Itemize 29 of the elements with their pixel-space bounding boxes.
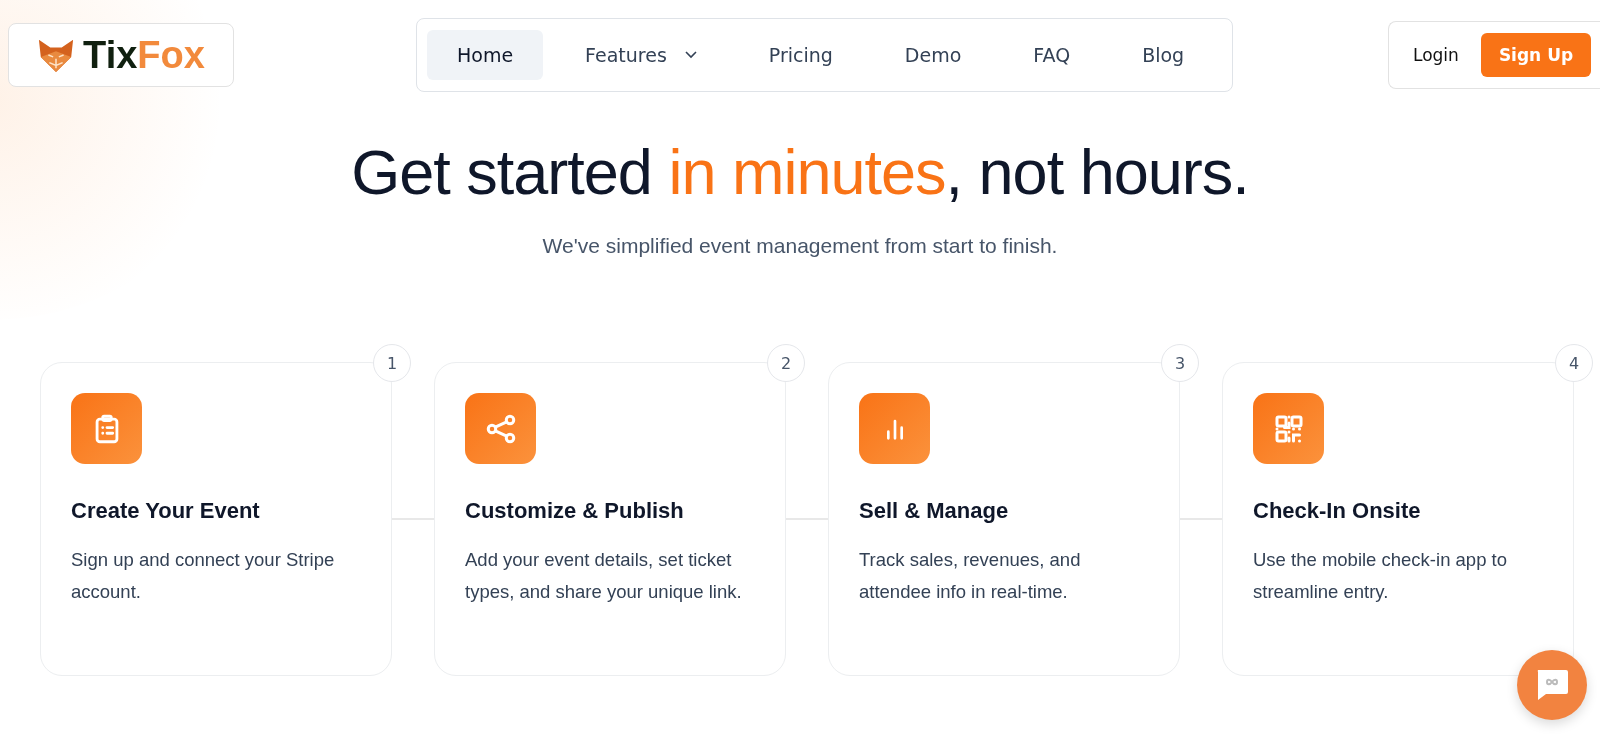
- hero-title: Get started in minutes, not hours.: [350, 136, 1250, 208]
- nav-link[interactable]: Demo: [874, 30, 992, 80]
- chevron-down-icon: [684, 51, 697, 59]
- step-number: 2: [767, 344, 805, 382]
- step-number: 1: [373, 344, 411, 382]
- step-number: 4: [1555, 344, 1593, 382]
- step-title: Check-In Onsite: [1253, 498, 1422, 524]
- step-title: Sell & Manage: [859, 498, 1010, 524]
- step-description: Use the mobile check-in app to streamline entry.: [1253, 548, 1508, 604]
- step-icon: [859, 393, 930, 464]
- step-title: Customize & Publish: [465, 498, 685, 524]
- chat-button[interactable]: [1517, 650, 1587, 720]
- step-number: 3: [1161, 344, 1199, 382]
- step-description: Sign up and connect your Stripe account.: [71, 548, 336, 604]
- nav-link[interactable]: Blog: [1112, 30, 1215, 80]
- nav-link[interactable]: Home: [427, 30, 544, 80]
- nav-link[interactable]: Pricing: [738, 30, 863, 80]
- logo-text: TixFox: [83, 33, 205, 77]
- login-button[interactable]: Login: [1401, 35, 1471, 75]
- step-icon: [465, 393, 536, 464]
- step-icon: [71, 393, 142, 464]
- step-title: Create Your Event: [71, 498, 261, 524]
- hero-subtitle: We've simplified event management from start to finish.: [541, 234, 1059, 258]
- nav-link[interactable]: FAQ: [1003, 30, 1101, 80]
- step-icon: [1253, 393, 1324, 464]
- step-description: Add your event details, set ticket types, and share your unique link.: [465, 548, 743, 604]
- logo[interactable]: TixFox: [8, 23, 234, 87]
- step-description: Track sales, revenues, and attendee info in real-time.: [859, 548, 1082, 604]
- nav-link[interactable]: Features: [555, 30, 727, 80]
